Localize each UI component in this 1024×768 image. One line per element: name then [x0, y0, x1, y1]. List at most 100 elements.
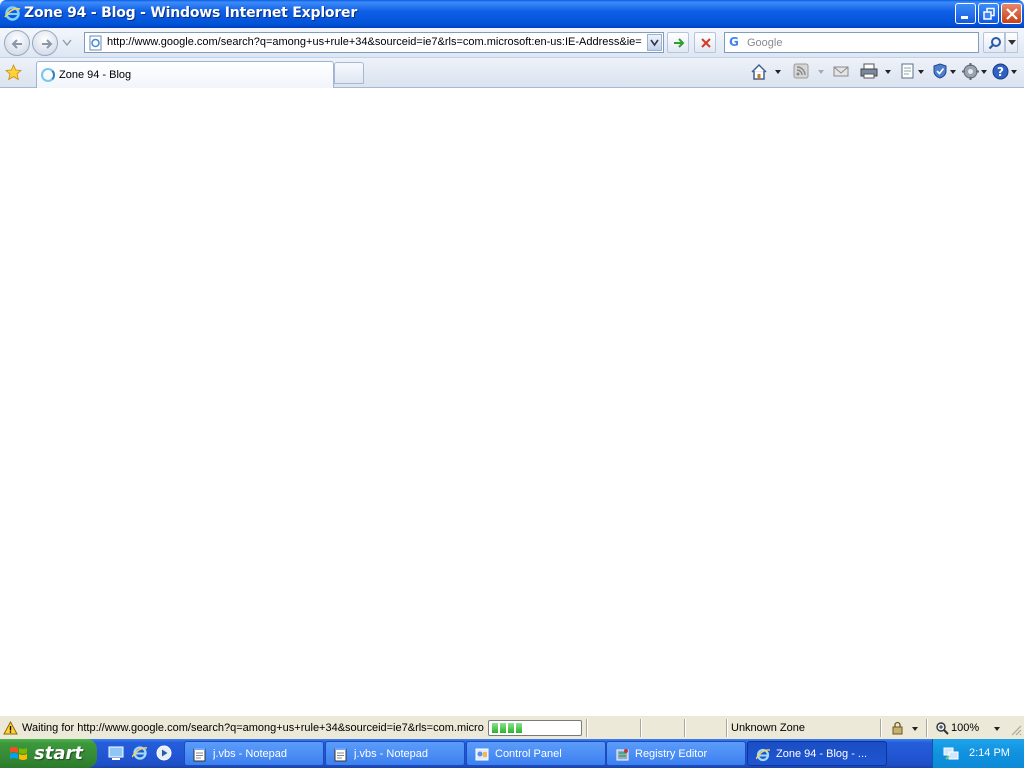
notepad-icon: [193, 747, 207, 765]
start-label: start: [34, 743, 83, 764]
read-mail-button[interactable]: [833, 63, 849, 83]
zoom-icon[interactable]: [935, 721, 949, 735]
print-icon: [860, 63, 878, 79]
search-options-button[interactable]: [1005, 32, 1018, 53]
search-button[interactable]: [983, 32, 1005, 53]
restore-button[interactable]: [978, 3, 999, 24]
page-menu-icon: [901, 63, 914, 79]
shield-icon: [933, 63, 947, 79]
loading-icon: [41, 68, 55, 82]
status-divider: [684, 719, 686, 737]
media-player-icon[interactable]: [156, 745, 172, 761]
close-icon: [1006, 8, 1018, 20]
minimize-icon: [961, 16, 968, 19]
forward-arrow-icon: [42, 39, 53, 49]
svg-text:?: ?: [997, 65, 1004, 79]
status-bar: Waiting for http://www.google.com/search…: [0, 715, 1024, 739]
safety-dropdown-icon[interactable]: [950, 70, 956, 74]
status-divider: [640, 719, 642, 737]
home-dropdown-icon[interactable]: [775, 70, 781, 74]
taskbar-button-label: j.vbs - Notepad: [213, 748, 287, 760]
taskbar-button-label: Registry Editor: [635, 748, 708, 760]
taskbar: start j.vbs - Notepad j.vbs - Notepad Cont…: [0, 739, 1024, 768]
show-desktop-icon[interactable]: [108, 745, 124, 761]
status-text: Waiting for http://www.google.com/search…: [22, 722, 484, 734]
tools-dropdown-icon[interactable]: [981, 70, 987, 74]
zoom-dropdown-icon[interactable]: [994, 727, 1000, 731]
home-button[interactable]: [750, 63, 768, 83]
taskbar-button-label: Control Panel: [495, 748, 562, 760]
address-bar[interactable]: http://www.google.com/search?q=among+us+…: [84, 32, 664, 53]
status-divider: [926, 719, 928, 737]
taskbar-button[interactable]: j.vbs - Notepad: [184, 741, 324, 766]
control-panel-icon: [475, 747, 489, 765]
close-window-button[interactable]: [1001, 3, 1022, 24]
home-icon: [751, 63, 767, 80]
new-tab-button[interactable]: [334, 62, 364, 84]
chevron-down-icon: [1008, 40, 1016, 45]
restore-icon: [983, 7, 995, 20]
tools-menu-button[interactable]: [962, 63, 979, 83]
favorites-star-icon[interactable]: [5, 64, 22, 81]
taskbar-button[interactable]: j.vbs - Notepad: [325, 741, 465, 766]
recent-pages-dropdown-icon[interactable]: [62, 39, 72, 47]
stop-icon: [701, 38, 711, 48]
progress-segment: [500, 723, 506, 733]
feeds-button[interactable]: [793, 63, 809, 83]
address-dropdown-button[interactable]: [647, 34, 662, 51]
protected-mode-dropdown-icon[interactable]: [912, 727, 918, 731]
minimize-button[interactable]: [955, 3, 976, 24]
start-button[interactable]: start: [0, 739, 97, 768]
zoom-level[interactable]: 100%: [951, 722, 979, 734]
windows-flag-icon: [10, 747, 27, 760]
back-button[interactable]: [4, 30, 30, 56]
page-menu-button[interactable]: [900, 63, 916, 83]
system-tray: 2:14 PM: [932, 739, 1024, 768]
protected-mode-icon[interactable]: [890, 721, 906, 735]
print-button[interactable]: [860, 63, 878, 83]
registry-icon: [615, 747, 630, 765]
google-logo-icon: G: [729, 35, 739, 49]
tab-zone94-blog[interactable]: Zone 94 - Blog: [36, 61, 334, 88]
go-button[interactable]: [667, 32, 689, 53]
help-icon: ?: [992, 63, 1009, 80]
warning-icon: [3, 721, 18, 735]
print-dropdown-icon[interactable]: [885, 70, 891, 74]
taskbar-button-label: Zone 94 - Blog - ...: [776, 748, 868, 760]
mail-icon: [833, 66, 849, 77]
window-title: Zone 94 - Blog - Windows Internet Explor…: [24, 5, 358, 21]
ie-icon: [4, 6, 21, 21]
address-url[interactable]: http://www.google.com/search?q=among+us+…: [107, 36, 645, 48]
forward-button[interactable]: [32, 30, 58, 56]
taskbar-button[interactable]: Zone 94 - Blog - ...: [747, 741, 887, 766]
tab-label: Zone 94 - Blog: [59, 69, 132, 81]
status-divider: [726, 719, 728, 737]
search-placeholder: Google: [747, 37, 783, 49]
feeds-dropdown-icon[interactable]: [818, 70, 824, 74]
title-bar[interactable]: Zone 94 - Blog - Windows Internet Explor…: [0, 0, 1024, 28]
clock[interactable]: 2:14 PM: [969, 747, 1010, 759]
resize-grip-icon[interactable]: [1010, 724, 1022, 736]
search-box[interactable]: G Google: [724, 32, 979, 53]
page-icon: [89, 35, 102, 51]
ie-icon: [755, 747, 771, 765]
taskbar-button[interactable]: Control Panel: [466, 741, 606, 766]
taskbar-button-label: j.vbs - Notepad: [354, 748, 428, 760]
stop-button[interactable]: [694, 32, 716, 53]
go-arrow-icon: [674, 38, 685, 48]
security-zone[interactable]: Unknown Zone: [731, 722, 805, 734]
ie-quicklaunch-icon[interactable]: [132, 745, 148, 761]
network-icon[interactable]: [943, 745, 959, 761]
gear-icon: [962, 63, 979, 80]
page-dropdown-icon[interactable]: [918, 70, 924, 74]
back-arrow-icon: [11, 39, 22, 49]
status-divider: [586, 719, 588, 737]
taskbar-button[interactable]: Registry Editor: [606, 741, 746, 766]
chevron-down-icon: [650, 39, 659, 47]
progress-segment: [508, 723, 514, 733]
page-content[interactable]: [0, 88, 1024, 715]
help-dropdown-icon[interactable]: [1011, 70, 1017, 74]
help-button[interactable]: ?: [992, 63, 1009, 83]
status-divider: [880, 719, 882, 737]
safety-menu-button[interactable]: [932, 63, 948, 83]
